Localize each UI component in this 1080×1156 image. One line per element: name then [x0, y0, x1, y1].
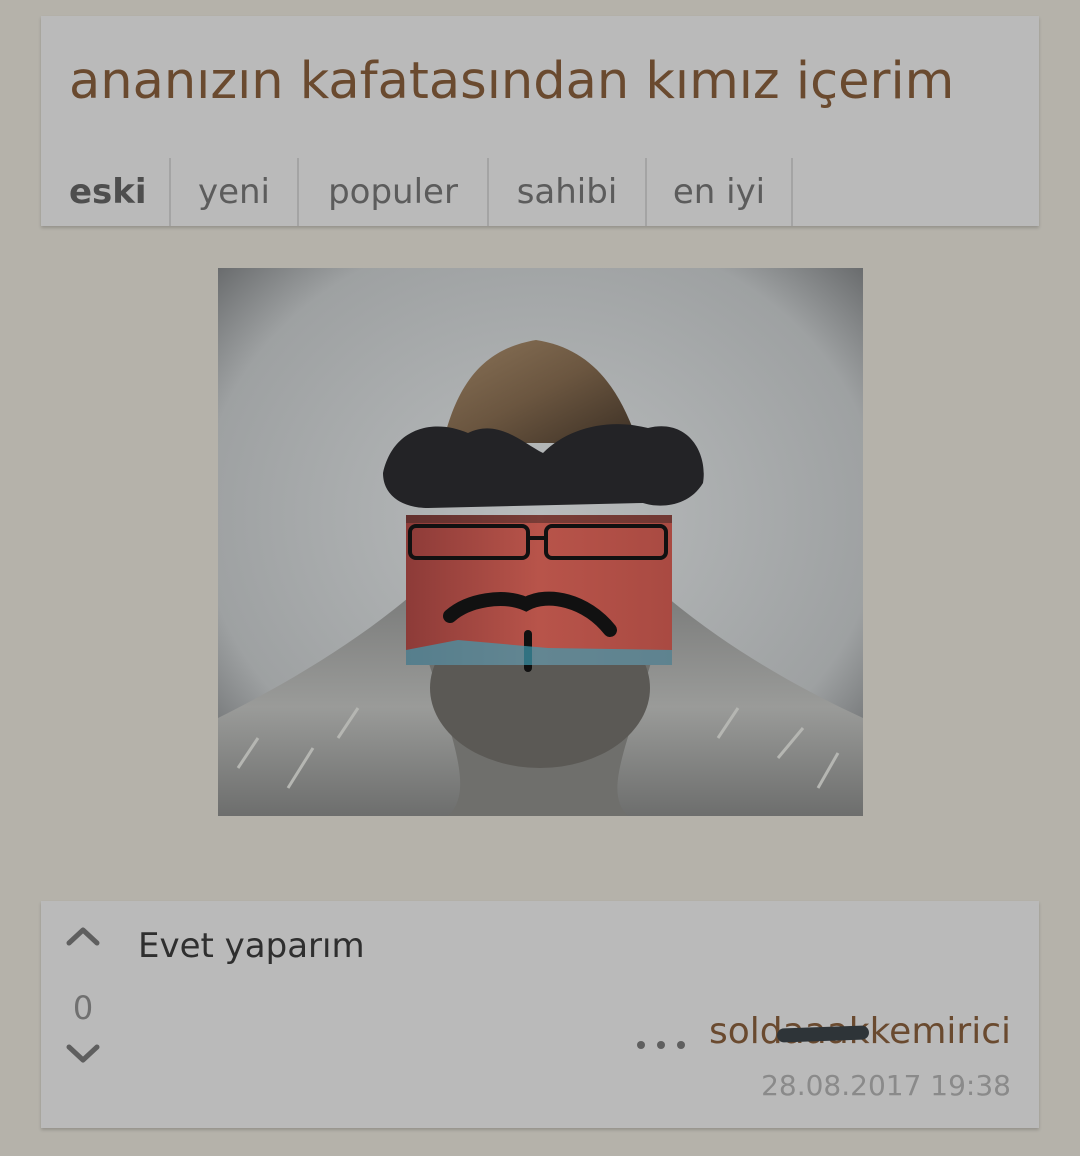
entry-timestamp[interactable]: 28.08.2017 19:38	[761, 1069, 1011, 1102]
topic-tabs: eski yeni populer sahibi en iyi	[41, 158, 793, 226]
tab-en-iyi[interactable]: en iyi	[647, 158, 793, 226]
tab-eski[interactable]: eski	[41, 158, 171, 226]
ellipsis-icon[interactable]	[633, 1033, 693, 1057]
chevron-up-icon[interactable]	[63, 921, 103, 949]
entry-card: 0 Evet yaparım soldaaakkemirici 28.08.20…	[41, 901, 1039, 1128]
tab-populer[interactable]: populer	[299, 158, 489, 226]
topic-title[interactable]: ananızın kafatasından kımız içerim	[69, 56, 954, 107]
topic-card: ananızın kafatasından kımız içerim eski …	[41, 16, 1039, 226]
entry-text: Evet yaparım	[138, 926, 365, 966]
chevron-down-icon[interactable]	[63, 1039, 103, 1067]
tab-sahibi[interactable]: sahibi	[489, 158, 647, 226]
post-image[interactable]	[218, 268, 863, 816]
author-link[interactable]: soldaaakkemirici	[709, 1011, 1011, 1052]
tab-yeni[interactable]: yeni	[171, 158, 299, 226]
vote-count: 0	[72, 989, 94, 1027]
